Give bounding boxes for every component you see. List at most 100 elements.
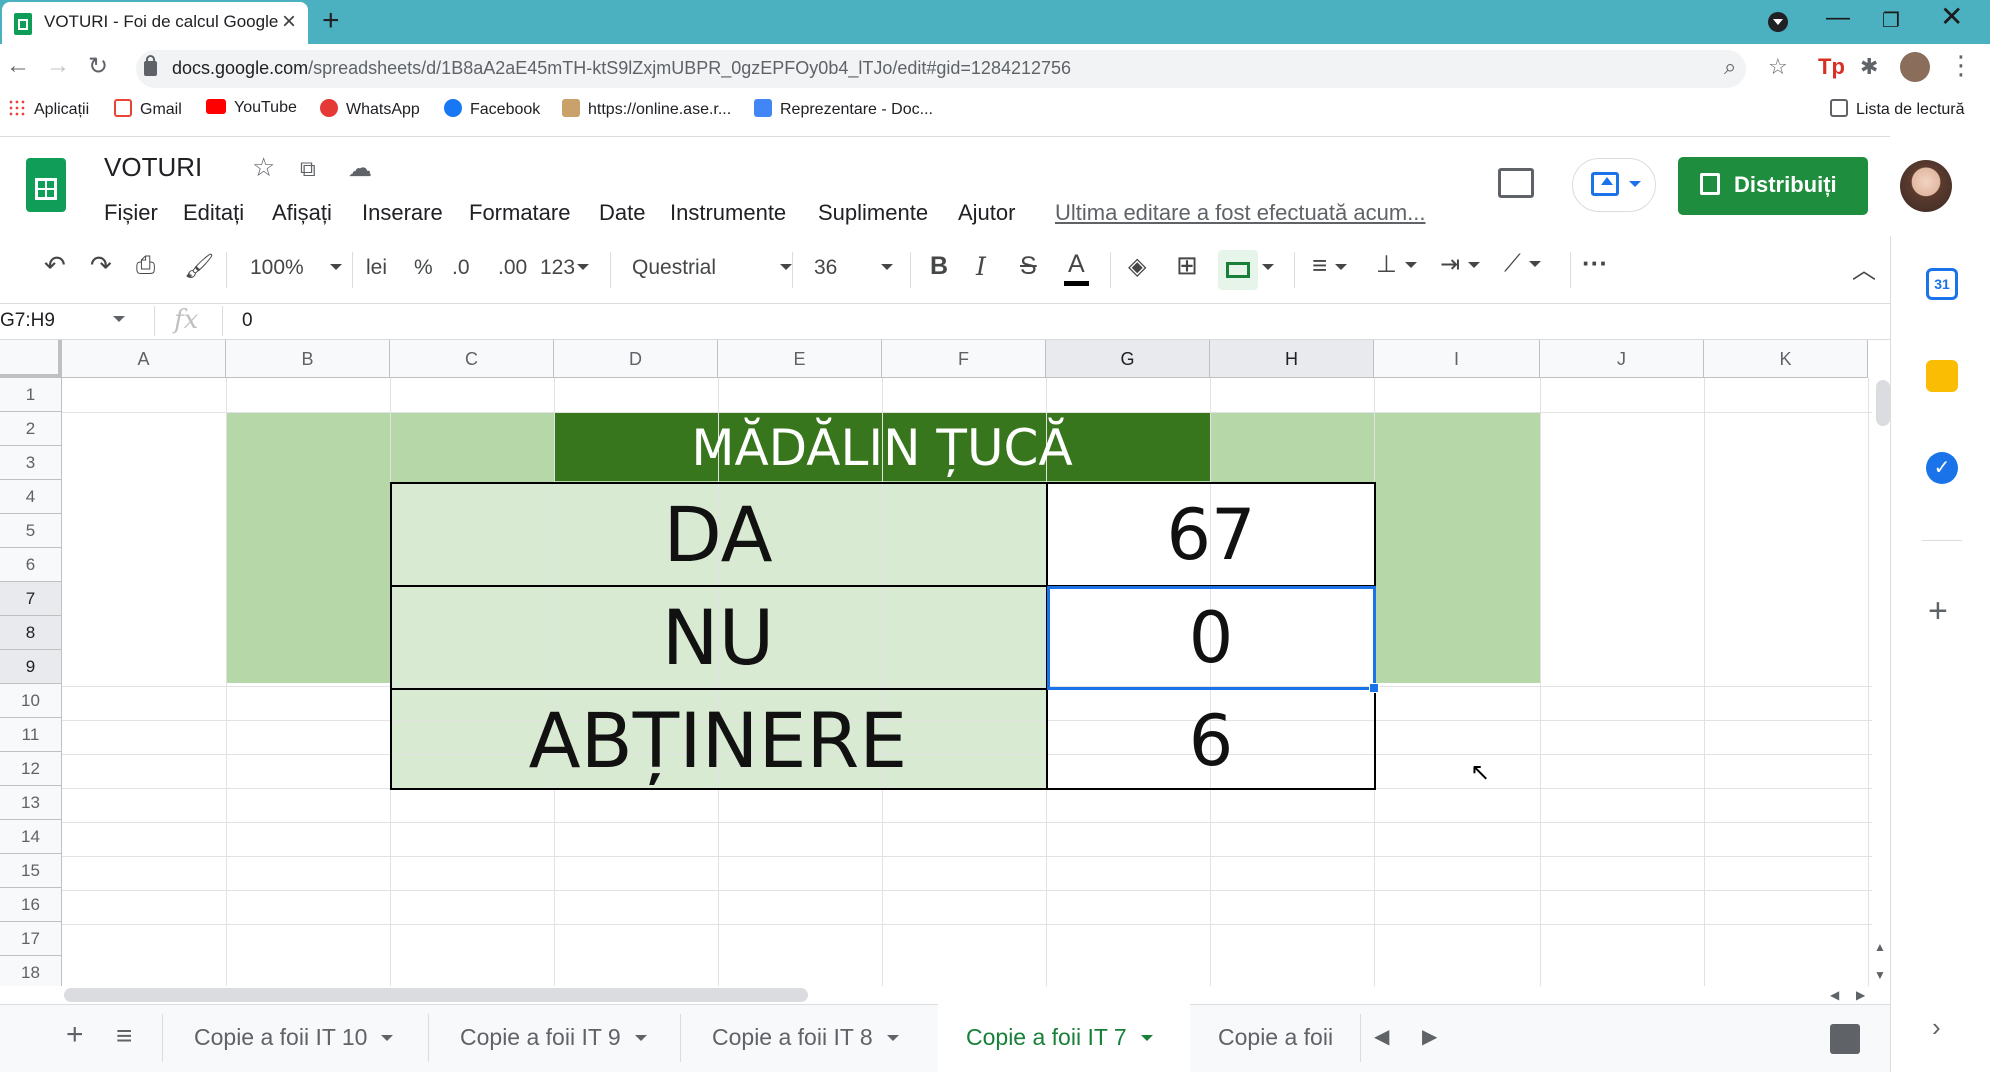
all-sheets-icon[interactable]: ≡ (116, 1020, 132, 1052)
row-header[interactable]: 4 (0, 480, 62, 514)
text-wrap-icon[interactable]: ⇥ (1440, 250, 1481, 279)
chrome-profile-avatar[interactable] (1900, 52, 1930, 82)
tasks-icon[interactable]: ✓ (1926, 452, 1958, 484)
menu-help[interactable]: Ajutor (958, 200, 1015, 226)
bookmark-gmail[interactable]: Gmail (114, 99, 182, 119)
print-icon[interactable]: ⎙ (136, 252, 155, 280)
col-header-f[interactable]: F (882, 340, 1046, 378)
col-header-d[interactable]: D (554, 340, 718, 378)
add-addon-icon[interactable]: + (1928, 592, 1948, 631)
sheet-tab[interactable]: Copie a foii IT 9 (460, 1024, 647, 1051)
row-header[interactable]: 8 (0, 616, 62, 650)
present-button[interactable] (1572, 158, 1656, 212)
bookmark-whatsapp[interactable]: WhatsApp (320, 99, 420, 119)
row-header[interactable]: 7 (0, 582, 62, 616)
font-size-select[interactable]: 36 (814, 256, 894, 280)
sheets-logo-icon[interactable] (26, 158, 66, 212)
col-header-b[interactable]: B (226, 340, 390, 378)
row-header[interactable]: 1 (0, 378, 62, 412)
sheet-tab-active[interactable]: Copie a foii IT 7 (966, 1024, 1153, 1051)
row-header[interactable]: 17 (0, 922, 62, 956)
col-header-a[interactable]: A (62, 340, 226, 378)
sheet-tab[interactable]: Copie a foii IT 8 (712, 1024, 899, 1051)
add-sheet-button[interactable]: + (66, 1018, 84, 1052)
currency-button[interactable]: lei (366, 256, 387, 280)
menu-tools[interactable]: Instrumente (670, 200, 786, 226)
table-header[interactable]: MĂDĂLIN ȚUCĂ (554, 420, 1210, 476)
row-label-nu[interactable]: NU (390, 595, 1046, 681)
row-header[interactable]: 3 (0, 446, 62, 480)
row-header[interactable]: 14 (0, 820, 62, 854)
address-bar[interactable]: docs.google.com/spreadsheets/d/1B8aA2aE4… (136, 50, 1746, 88)
minimize-button[interactable]: — (1826, 4, 1850, 32)
vertical-scrollbar[interactable] (1876, 380, 1890, 426)
menu-insert[interactable]: Inserare (362, 200, 443, 226)
star-icon[interactable]: ☆ (252, 152, 275, 183)
horizontal-scrollbar[interactable] (64, 988, 808, 1002)
row-value-da[interactable]: 67 (1046, 492, 1376, 578)
user-avatar[interactable] (1900, 160, 1952, 212)
bookmark-docs[interactable]: Reprezentare - Doc... (754, 99, 933, 119)
increase-decimal-button[interactable]: .00 (498, 256, 527, 280)
close-tab-icon[interactable]: × (282, 8, 296, 36)
menu-file[interactable]: Fișier (104, 200, 158, 226)
row-header[interactable]: 5 (0, 514, 62, 548)
fill-color-icon[interactable]: ◈ (1128, 252, 1146, 281)
fill-handle[interactable] (1369, 683, 1379, 693)
reload-icon[interactable]: ↻ (88, 52, 108, 81)
horizontal-align-icon[interactable]: ≡ (1312, 250, 1348, 281)
text-color-icon[interactable]: A (1064, 250, 1089, 286)
last-edit-link[interactable]: Ultima editare a fost efectuată acum... (1055, 200, 1426, 226)
menu-addons[interactable]: Suplimente (818, 200, 928, 226)
italic-icon[interactable]: I (976, 252, 986, 281)
bookmark-star-icon[interactable]: ☆ (1768, 54, 1788, 80)
document-title[interactable]: VOTURI (104, 152, 202, 183)
browser-tab[interactable]: VOTURI - Foi de calcul Google × (2, 2, 308, 44)
bookmark-ase[interactable]: https://online.ase.r... (562, 99, 731, 119)
new-tab-button[interactable]: + (322, 4, 340, 38)
col-header-h[interactable]: H (1210, 340, 1374, 378)
tabs-scroll-right-icon[interactable]: ▶ (1422, 1024, 1437, 1049)
col-header-j[interactable]: J (1540, 340, 1704, 378)
row-header[interactable]: 6 (0, 548, 62, 582)
font-family-select[interactable]: Questrial (632, 256, 793, 280)
percent-button[interactable]: % (414, 256, 433, 280)
zoom-icon[interactable]: ⌕ (1724, 54, 1736, 80)
explore-icon[interactable] (1830, 1024, 1860, 1054)
col-header-e[interactable]: E (718, 340, 882, 378)
comment-history-icon[interactable] (1498, 168, 1534, 198)
row-header[interactable]: 13 (0, 786, 62, 820)
scroll-down-icon[interactable]: ▼ (1874, 968, 1886, 982)
row-header[interactable]: 18 (0, 956, 62, 986)
bookmark-facebook[interactable]: Facebook (444, 99, 540, 119)
formula-input[interactable]: 0 (242, 310, 253, 332)
forward-icon[interactable]: → (46, 52, 70, 80)
col-header-g[interactable]: G (1046, 340, 1210, 378)
paint-format-icon[interactable]: 🖌 (184, 252, 214, 281)
row-label-abtinere[interactable]: ABȚINERE (390, 698, 1046, 784)
back-icon[interactable]: ← (6, 52, 30, 80)
scroll-right-icon[interactable]: ▶ (1856, 988, 1865, 1002)
calendar-icon[interactable]: 31 (1926, 268, 1958, 300)
expand-panel-icon[interactable]: › (1932, 1012, 1941, 1043)
chrome-menu-icon[interactable]: ⋮ (1948, 50, 1974, 81)
row-header[interactable]: 11 (0, 718, 62, 752)
strikethrough-icon[interactable]: S (1020, 252, 1037, 281)
col-header-c[interactable]: C (390, 340, 554, 378)
move-folder-icon[interactable]: ⧉ (300, 156, 316, 182)
row-header[interactable]: 12 (0, 752, 62, 786)
vertical-align-icon[interactable]: ⊥ (1376, 250, 1417, 279)
row-header[interactable]: 16 (0, 888, 62, 922)
share-button[interactable]: Distribuiți (1678, 157, 1868, 215)
restore-button[interactable]: ❐ (1882, 8, 1900, 33)
scroll-left-icon[interactable]: ◀ (1830, 988, 1839, 1002)
keep-icon[interactable] (1926, 360, 1958, 392)
merge-dropdown[interactable] (1262, 256, 1274, 280)
name-box[interactable]: G7:H9 (0, 310, 125, 332)
row-value-abtinere[interactable]: 6 (1046, 698, 1376, 784)
row-header[interactable]: 10 (0, 684, 62, 718)
scroll-up-icon[interactable]: ▲ (1874, 940, 1886, 954)
menu-view[interactable]: Afișați (272, 200, 332, 226)
row-header[interactable]: 2 (0, 412, 62, 446)
more-formats-select[interactable]: 123 (540, 256, 590, 280)
